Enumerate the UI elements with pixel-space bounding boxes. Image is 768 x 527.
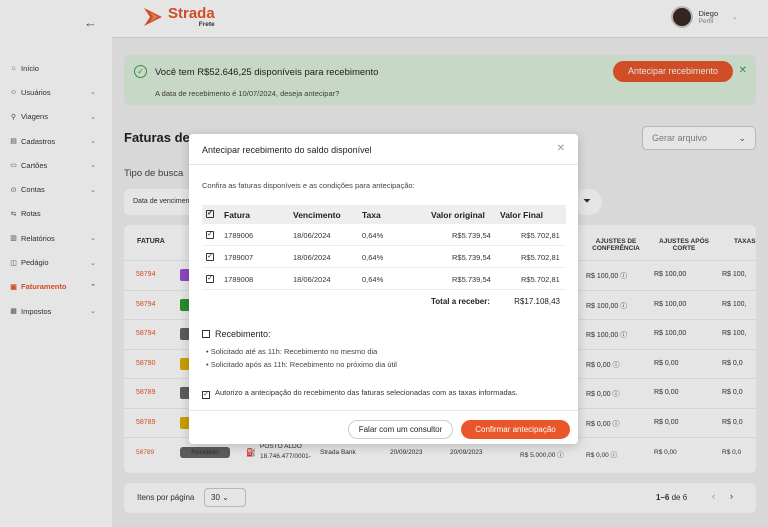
invoice-number: 1789008	[224, 275, 254, 284]
fee-rate: 0,64%	[362, 275, 384, 284]
row-checkbox[interactable]: ✓	[206, 275, 214, 283]
col-valor-final: Valor Final	[500, 210, 543, 220]
talk-to-consultant-button[interactable]: Falar com um consultor	[348, 420, 453, 439]
col-valor-original: Valor original	[431, 210, 485, 220]
close-icon[interactable]: ✕	[557, 143, 565, 154]
confirm-anticipation-button[interactable]: Confirmar antecipação	[461, 420, 570, 439]
fee-rate: 0,64%	[362, 253, 384, 262]
due-date: 18/06/2024	[293, 231, 331, 240]
select-all-checkbox[interactable]: ✓	[206, 210, 214, 218]
modal-title: Antecipar recebimento do saldo disponíve…	[202, 145, 372, 155]
authorize-text: Autorizo a antecipação do recebimento da…	[215, 388, 518, 397]
due-date: 18/06/2024	[293, 275, 331, 284]
original-value: R$5.739,54	[452, 253, 491, 262]
col-taxa: Taxa	[362, 210, 381, 220]
modal-invoice-row[interactable]: ✓ 1789008 18/06/2024 0,64% R$5.739,54 R$5.702…	[202, 268, 566, 290]
modal-invoices-table: ✓ Fatura Vencimento Taxa Valor original …	[202, 205, 566, 290]
authorize-checkbox[interactable]: ✓	[202, 391, 210, 399]
original-value: R$5.739,54	[452, 231, 491, 240]
modal-footer-divider	[189, 410, 578, 411]
row-checkbox[interactable]: ✓	[206, 253, 214, 261]
calendar-icon	[202, 330, 210, 338]
final-value: R$5.702,81	[521, 231, 560, 240]
invoice-number: 1789007	[224, 253, 254, 262]
modal-subtitle: Confira as faturas disponíveis e as cond…	[202, 181, 415, 190]
row-checkbox[interactable]: ✓	[206, 231, 214, 239]
receipt-rule-1: • Solicitado até as 11h: Recebimento no …	[206, 347, 378, 356]
total-value: R$17.108,43	[514, 297, 560, 306]
original-value: R$5.739,54	[452, 275, 491, 284]
authorize-option[interactable]: ✓ Autorizo a antecipação do recebimento d…	[202, 388, 518, 399]
receipt-heading: Recebimento:	[202, 329, 271, 339]
total-label: Total a receber:	[431, 297, 490, 306]
anticipation-modal: Antecipar recebimento do saldo disponíve…	[189, 134, 578, 444]
col-vencimento: Vencimento	[293, 210, 341, 220]
fee-rate: 0,64%	[362, 231, 384, 240]
invoice-number: 1789006	[224, 231, 254, 240]
receipt-title: Recebimento:	[215, 329, 271, 339]
col-fatura: Fatura	[224, 210, 250, 220]
receipt-rule-2: • Solicitado após as 11h: Recebimento no…	[206, 360, 397, 369]
modal-table-header: ✓ Fatura Vencimento Taxa Valor original …	[202, 205, 566, 224]
modal-invoice-row[interactable]: ✓ 1789006 18/06/2024 0,64% R$5.739,54 R$5.702…	[202, 224, 566, 246]
final-value: R$5.702,81	[521, 253, 560, 262]
final-value: R$5.702,81	[521, 275, 560, 284]
due-date: 18/06/2024	[293, 253, 331, 262]
modal-invoice-row[interactable]: ✓ 1789007 18/06/2024 0,64% R$5.739,54 R$5.702…	[202, 246, 566, 268]
